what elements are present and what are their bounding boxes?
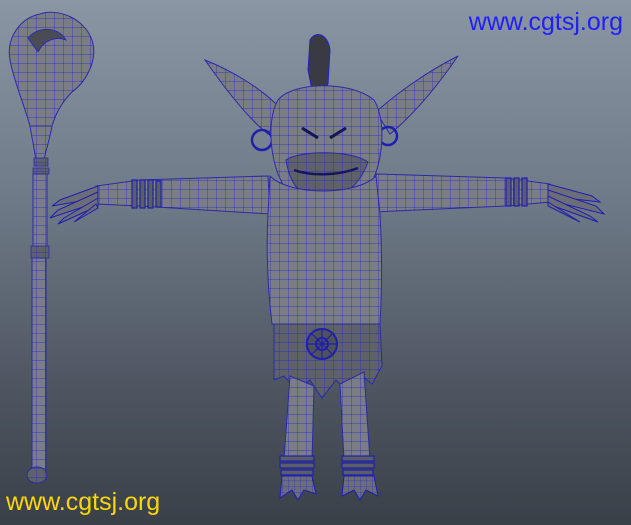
right-foot (341, 475, 379, 501)
scene-render[interactable] (0, 0, 631, 525)
staff-model[interactable] (8, 11, 95, 484)
left-foot (279, 475, 317, 501)
left-ear (203, 58, 283, 135)
right-leg (339, 371, 371, 461)
right-hand (547, 183, 606, 223)
watermark-top-right: www.cgtsj.org (468, 8, 623, 36)
left-leg (283, 375, 315, 461)
watermark-bottom-left: www.cgtsj.org (6, 488, 161, 516)
right-bracelets (505, 177, 528, 207)
goblin-model[interactable] (49, 34, 606, 501)
ankle-rings (279, 455, 375, 476)
torso (266, 174, 382, 325)
3d-viewport[interactable]: www.cgtsj.org www.cgtsj.org (0, 0, 631, 525)
belt-emblem (306, 328, 338, 360)
right-ear (375, 55, 459, 135)
left-arm (95, 175, 271, 215)
left-hand (49, 185, 99, 225)
